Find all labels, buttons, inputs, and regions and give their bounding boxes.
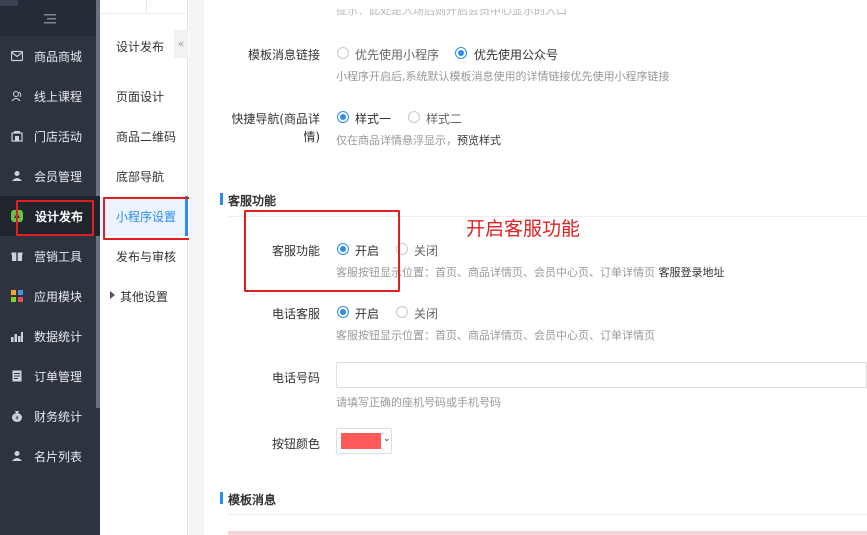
mail-icon bbox=[10, 50, 24, 62]
sidebar-item-orders[interactable]: 订单管理 bbox=[0, 356, 100, 396]
money-bag-icon: ¥ bbox=[11, 410, 23, 422]
sidebar-item-label: 数据统计 bbox=[34, 330, 83, 344]
content-gutter bbox=[189, 0, 204, 535]
template-link-option-official-radio[interactable] bbox=[455, 47, 467, 59]
template-link-hint: 小程序开启后,系统默认模板消息使用的详情链接优先使用小程序链接 bbox=[336, 70, 670, 83]
quick-nav-hint: 仅在商品详情悬浮显示，预览样式 bbox=[336, 132, 501, 148]
submenu-item-publish-review[interactable]: 发布与审核 bbox=[100, 236, 188, 276]
button-color-picker[interactable]: ⌄ bbox=[336, 428, 392, 454]
sidebar-item-label: 会员管理 bbox=[34, 170, 83, 184]
submenu-item-label: 页面设计 bbox=[116, 90, 165, 104]
sidebar-item-store-activity[interactable]: 门店活动 bbox=[0, 116, 100, 156]
submenu-collapse-button[interactable]: « bbox=[174, 30, 188, 58]
phone-service-off-label: 关闭 bbox=[414, 307, 439, 321]
customer-service-off-label: 关闭 bbox=[414, 244, 439, 258]
section-title-template-messages: 模板消息 bbox=[219, 492, 277, 507]
submenu-item-page-design[interactable]: 页面设计 bbox=[100, 76, 188, 116]
customer-service-login-link[interactable]: 客服登录地址 bbox=[659, 266, 725, 279]
template-link-option-official-label: 优先使用公众号 bbox=[474, 48, 559, 62]
annotation-text: 开启客服功能 bbox=[466, 218, 581, 240]
sidebar-item-label: 财务统计 bbox=[34, 410, 83, 424]
sidebar-item-finance[interactable]: ¥ 财务统计 bbox=[0, 396, 100, 436]
submenu-top-bar bbox=[100, 0, 188, 14]
sidebar-item-label: 应用模块 bbox=[34, 290, 83, 304]
sidebar-item-product-mall[interactable]: 商品商城 bbox=[0, 36, 100, 76]
sidebar-topbar bbox=[0, 0, 100, 36]
bottom-strip bbox=[228, 531, 867, 535]
preview-style-link[interactable]: 预览样式 bbox=[457, 134, 501, 147]
phone-service-on-radio[interactable] bbox=[337, 306, 349, 318]
template-link-option-miniprogram-label: 优先使用小程序 bbox=[355, 48, 440, 62]
phone-service-off-radio[interactable] bbox=[396, 306, 408, 318]
submenu-item-bottom-nav[interactable]: 底部导航 bbox=[100, 156, 188, 196]
submenu-item-label: 其他设置 bbox=[120, 290, 169, 304]
template-link-option-miniprogram-radio[interactable] bbox=[337, 47, 349, 59]
menu-collapse-icon[interactable] bbox=[44, 14, 56, 24]
people-icon bbox=[11, 90, 23, 102]
highlight-box-submenu bbox=[103, 197, 194, 240]
gift-icon bbox=[11, 250, 23, 262]
expand-arrow-icon bbox=[110, 291, 115, 299]
highlight-box-customer-service bbox=[244, 210, 400, 292]
svg-text:¥: ¥ bbox=[15, 415, 19, 422]
apps-icon bbox=[11, 290, 23, 302]
submenu-title: 设计发布 bbox=[116, 40, 165, 54]
logo bbox=[0, 0, 18, 6]
card-icon bbox=[11, 450, 23, 462]
submenu-item-product-qrcode[interactable]: 商品二维码 bbox=[100, 116, 188, 156]
sidebar-item-label: 名片列表 bbox=[34, 450, 83, 464]
button-color-label: 按钮颜色 bbox=[271, 437, 320, 451]
section-title-customer-service: 客服功能 bbox=[219, 193, 277, 208]
highlight-box-sidebar bbox=[16, 200, 94, 236]
submenu-item-label: 发布与审核 bbox=[116, 250, 177, 264]
sidebar-item-online-course[interactable]: 线上课程 bbox=[0, 76, 100, 116]
phone-service-hint: 客服按钮显示位置：首页、商品详情页、会员中心页、订单详情页 bbox=[336, 329, 655, 342]
user-icon bbox=[11, 170, 23, 182]
sidebar-item-statistics[interactable]: 数据统计 bbox=[0, 316, 100, 356]
quick-nav-label-line1: 快捷导航(商品详 bbox=[231, 112, 320, 126]
submenu-item-other-settings[interactable]: 其他设置 bbox=[100, 276, 188, 316]
sidebar-item-apps[interactable]: 应用模块 bbox=[0, 276, 100, 316]
quick-nav-style1-radio[interactable] bbox=[337, 111, 349, 123]
sidebar-item-card-list[interactable]: 名片列表 bbox=[0, 436, 100, 476]
quick-nav-style1-label: 样式一 bbox=[355, 112, 392, 126]
chevron-down-icon: ⌄ bbox=[383, 434, 391, 444]
phone-number-label: 电话号码 bbox=[271, 371, 320, 385]
quick-nav-label-line2: 情) bbox=[303, 130, 320, 144]
submenu-item-label: 底部导航 bbox=[116, 170, 165, 184]
phone-service-on-label: 开启 bbox=[355, 307, 380, 321]
phone-number-input[interactable] bbox=[336, 362, 867, 388]
quick-nav-style2-radio[interactable] bbox=[408, 111, 420, 123]
sidebar-item-label: 线上课程 bbox=[34, 90, 83, 104]
sidebar-item-label: 营销工具 bbox=[34, 250, 83, 264]
sidebar-item-label: 订单管理 bbox=[34, 370, 83, 384]
order-icon bbox=[11, 370, 23, 382]
submenu-item-label: 商品二维码 bbox=[116, 130, 177, 144]
color-swatch bbox=[341, 433, 381, 449]
section-divider bbox=[228, 514, 867, 515]
stats-icon bbox=[11, 330, 23, 342]
sidebar-item-label: 商品商城 bbox=[34, 50, 83, 64]
phone-number-hint: 请填写正确的座机号码或手机号码 bbox=[336, 396, 501, 409]
phone-service-label: 电话客服 bbox=[271, 307, 320, 321]
store-icon bbox=[11, 130, 23, 142]
sidebar-item-member[interactable]: 会员管理 bbox=[0, 156, 100, 196]
sidebar-item-marketing[interactable]: 营销工具 bbox=[0, 236, 100, 276]
template-link-label: 模板消息链接 bbox=[247, 48, 320, 62]
quick-nav-style2-label: 样式二 bbox=[426, 112, 463, 126]
sidebar-item-label: 门店活动 bbox=[34, 130, 83, 144]
quick-nav-hint-text: 仅在商品详情悬浮显示， bbox=[336, 134, 457, 147]
